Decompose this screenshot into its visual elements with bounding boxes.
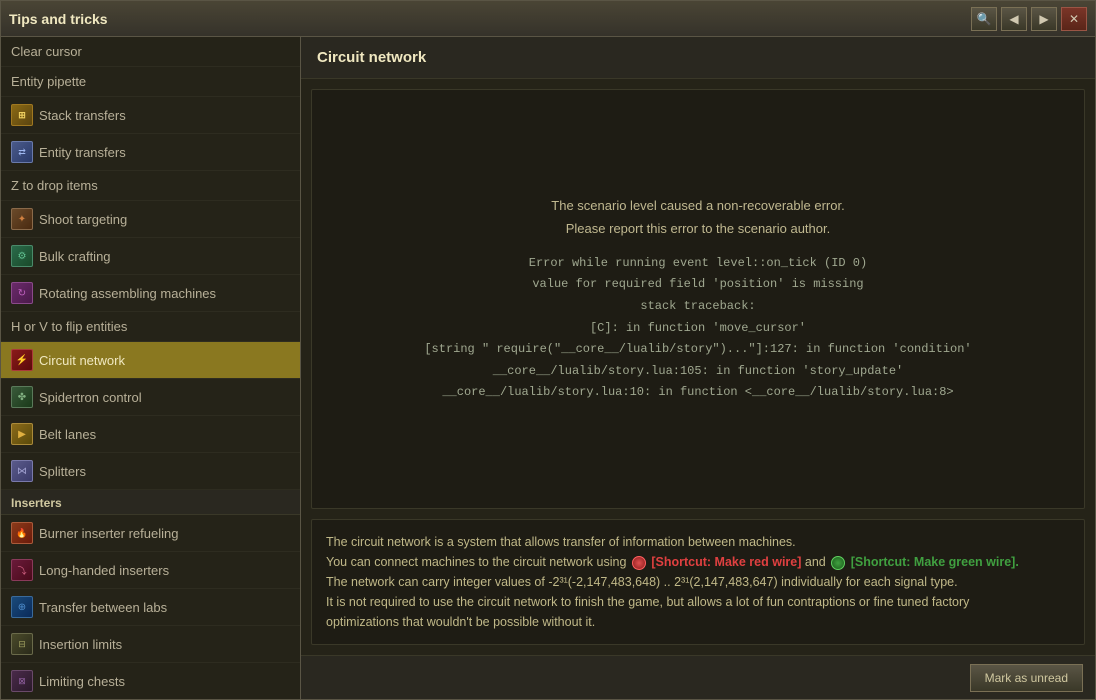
section-inserters: Inserters [1, 490, 300, 515]
splitter-icon: ⋈ [11, 460, 33, 482]
desc-line1: The circuit network is a system that all… [326, 532, 1070, 552]
desc-red-wire-label: [Shortcut: Make red wire] [651, 555, 801, 569]
sidebar-item-transfer-labs[interactable]: ⊕ Transfer between labs [1, 589, 300, 626]
sidebar-item-clear-cursor[interactable]: Clear cursor [1, 37, 300, 67]
close-button[interactable]: ✕ [1061, 7, 1087, 31]
prev-button[interactable]: ◀ [1001, 7, 1027, 31]
sidebar-item-bulk-crafting[interactable]: ⚙ Bulk crafting [1, 238, 300, 275]
sidebar-label-limiting-chests: Limiting chests [39, 674, 125, 689]
sidebar-item-flip-entities[interactable]: H or V to flip entities [1, 312, 300, 342]
tips-tricks-window: Tips and tricks 🔍 ◀ ▶ ✕ Clear cursor Ent… [0, 0, 1096, 700]
sidebar-label-burner-inserter: Burner inserter refueling [39, 526, 178, 541]
shoot-icon: ✦ [11, 208, 33, 230]
desc-line2: You can connect machines to the circuit … [326, 552, 1070, 572]
belt-icon: ▶ [11, 423, 33, 445]
error-line3: Error while running event level::on_tick… [424, 253, 971, 275]
sidebar-item-entity-pipette[interactable]: Entity pipette [1, 67, 300, 97]
sidebar-label-flip-entities: H or V to flip entities [11, 319, 127, 334]
spider-icon: ✤ [11, 386, 33, 408]
sidebar-item-stack-transfers[interactable]: ⊞ Stack transfers [1, 97, 300, 134]
transfer-icon: ⊕ [11, 596, 33, 618]
sidebar-label-bulk-crafting: Bulk crafting [39, 249, 111, 264]
sidebar-label-stack-transfers: Stack transfers [39, 108, 126, 123]
sidebar-label-splitters: Splitters [39, 464, 86, 479]
bottom-bar: Mark as unread [301, 655, 1095, 699]
sidebar-label-shoot-targeting: Shoot targeting [39, 212, 127, 227]
burner-icon: 🔥 [11, 522, 33, 544]
error-line8: __core__/lualib/story.lua:105: in functi… [424, 361, 971, 383]
sidebar-label-entity-transfers: Entity transfers [39, 145, 126, 160]
sidebar-item-z-drop[interactable]: Z to drop items [1, 171, 300, 201]
desc-line3: The network can carry integer values of … [326, 572, 1070, 592]
insertion-icon: ⊟ [11, 633, 33, 655]
sidebar-label-circuit-network: Circuit network [39, 353, 125, 368]
long-icon: ⤵ [11, 559, 33, 581]
sidebar: Clear cursor Entity pipette ⊞ Stack tran… [1, 37, 301, 699]
sidebar-label-entity-pipette: Entity pipette [11, 74, 86, 89]
desc-line2-pre: You can connect machines to the circuit … [326, 555, 626, 569]
sidebar-item-circuit-network[interactable]: ⚡ Circuit network [1, 342, 300, 379]
sidebar-label-clear-cursor: Clear cursor [11, 44, 82, 59]
error-panel: The scenario level caused a non-recovera… [311, 89, 1085, 509]
stack-icon: ⊞ [11, 104, 33, 126]
sidebar-label-insertion-limits: Insertion limits [39, 637, 122, 652]
desc-line2-mid: and [805, 555, 826, 569]
red-wire-icon [632, 556, 646, 570]
sidebar-item-rotating-assembling[interactable]: ↻ Rotating assembling machines [1, 275, 300, 312]
mark-as-unread-button[interactable]: Mark as unread [970, 664, 1083, 692]
circuit-icon: ⚡ [11, 349, 33, 371]
sidebar-item-entity-transfers[interactable]: ⇄ Entity transfers [1, 134, 300, 171]
limiting-icon: ⊠ [11, 670, 33, 692]
titlebar-controls: 🔍 ◀ ▶ ✕ [971, 7, 1087, 31]
desc-line4: It is not required to use the circuit ne… [326, 592, 1070, 612]
error-line9: __core__/lualib/story.lua:10: in functio… [424, 382, 971, 404]
error-line2: Please report this error to the scenario… [424, 217, 971, 240]
sidebar-item-insertion-limits[interactable]: ⊟ Insertion limits [1, 626, 300, 663]
sidebar-item-splitters[interactable]: ⋈ Splitters [1, 453, 300, 490]
sidebar-label-rotating-assembling: Rotating assembling machines [39, 286, 216, 301]
sidebar-label-spidertron-control: Spidertron control [39, 390, 142, 405]
sidebar-label-belt-lanes: Belt lanes [39, 427, 96, 442]
sidebar-item-spidertron-control[interactable]: ✤ Spidertron control [1, 379, 300, 416]
green-wire-icon [831, 556, 845, 570]
content-area: Clear cursor Entity pipette ⊞ Stack tran… [1, 37, 1095, 699]
error-line4: value for required field 'position' is m… [424, 274, 971, 296]
error-content: The scenario level caused a non-recovera… [424, 194, 971, 404]
main-header: Circuit network [301, 37, 1095, 79]
sidebar-item-shoot-targeting[interactable]: ✦ Shoot targeting [1, 201, 300, 238]
entity-icon: ⇄ [11, 141, 33, 163]
error-line6: [C]: in function 'move_cursor' [424, 318, 971, 340]
bulk-icon: ⚙ [11, 245, 33, 267]
sidebar-label-z-drop: Z to drop items [11, 178, 98, 193]
main-panel: Circuit network The scenario level cause… [301, 37, 1095, 699]
titlebar: Tips and tricks 🔍 ◀ ▶ ✕ [1, 1, 1095, 37]
main-title: Circuit network [317, 49, 426, 66]
desc-line5: optimizations that wouldn't be possible … [326, 612, 1070, 632]
sidebar-item-long-handed[interactable]: ⤵ Long-handed inserters [1, 552, 300, 589]
next-button[interactable]: ▶ [1031, 7, 1057, 31]
sidebar-label-long-handed: Long-handed inserters [39, 563, 169, 578]
desc-green-wire-label: [Shortcut: Make green wire]. [851, 555, 1019, 569]
description-panel: The circuit network is a system that all… [311, 519, 1085, 645]
sidebar-item-burner-inserter[interactable]: 🔥 Burner inserter refueling [1, 515, 300, 552]
search-button[interactable]: 🔍 [971, 7, 997, 31]
sidebar-label-transfer-labs: Transfer between labs [39, 600, 167, 615]
rotate-icon: ↻ [11, 282, 33, 304]
window-title: Tips and tricks [9, 11, 971, 27]
error-line5: stack traceback: [424, 296, 971, 318]
sidebar-item-limiting-chests[interactable]: ⊠ Limiting chests [1, 663, 300, 699]
error-line7: [string " require("__core__/lualib/story… [424, 339, 971, 361]
error-line1: The scenario level caused a non-recovera… [424, 194, 971, 217]
sidebar-item-belt-lanes[interactable]: ▶ Belt lanes [1, 416, 300, 453]
